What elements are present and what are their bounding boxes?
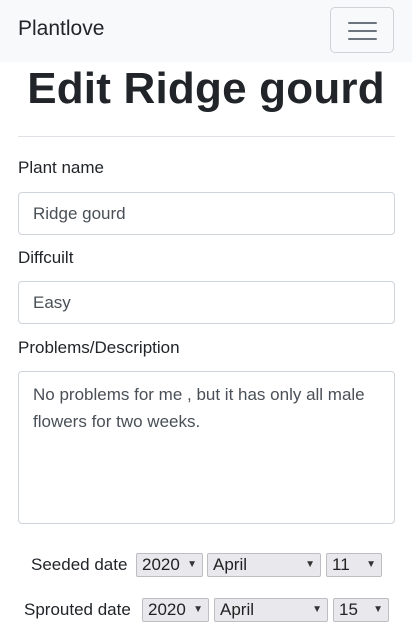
sprouted-month-value: April [220, 600, 255, 619]
description-textarea[interactable]: No problems for me , but it has only all… [18, 371, 395, 524]
sprouted-month-select[interactable]: April ▼ [214, 598, 328, 622]
sprouted-year-value: 2020 [148, 600, 186, 619]
seeded-day-select[interactable]: 11 ▼ [326, 553, 382, 577]
divider [18, 136, 395, 137]
hamburger-menu-icon [348, 22, 377, 24]
seeded-month-value: April [213, 555, 248, 574]
navbar: Plantlove [0, 0, 412, 62]
plant-name-label: Plant name [18, 158, 104, 177]
sprouted-day-select[interactable]: 15 ▼ [333, 598, 389, 622]
page-title: Edit Ridge gourd [27, 64, 385, 113]
hamburger-menu-icon [348, 38, 377, 40]
navbar-toggle-button[interactable] [330, 7, 394, 53]
sprouted-year-select[interactable]: 2020 ▼ [142, 598, 209, 622]
seeded-date-label: Seeded date [31, 555, 128, 574]
seeded-year-select[interactable]: 2020 ▼ [136, 553, 203, 577]
seeded-year-value: 2020 [142, 555, 180, 574]
plant-name-input[interactable]: Ridge gourd [18, 192, 395, 235]
dropdown-arrow-icon: ▼ [366, 559, 376, 570]
description-label: Problems/Description [18, 338, 180, 357]
brand-link[interactable]: Plantlove [18, 17, 104, 41]
sprouted-date-label: Sprouted date [24, 600, 131, 619]
dropdown-arrow-icon: ▼ [305, 559, 315, 570]
seeded-date-row: Seeded date 2020 ▼ April ▼ 11 ▼ [0, 553, 412, 577]
dropdown-arrow-icon: ▼ [373, 604, 383, 615]
seeded-day-value: 11 [332, 555, 350, 574]
difficulty-label: Diffcuilt [18, 248, 74, 267]
difficulty-input[interactable]: Easy [18, 281, 395, 324]
hamburger-menu-icon [348, 30, 377, 32]
dropdown-arrow-icon: ▼ [312, 604, 322, 615]
sprouted-date-row: Sprouted date 2020 ▼ April ▼ 15 ▼ [0, 598, 412, 622]
sprouted-day-value: 15 [339, 600, 358, 619]
dropdown-arrow-icon: ▼ [193, 604, 203, 615]
dropdown-arrow-icon: ▼ [187, 559, 197, 570]
seeded-month-select[interactable]: April ▼ [207, 553, 321, 577]
